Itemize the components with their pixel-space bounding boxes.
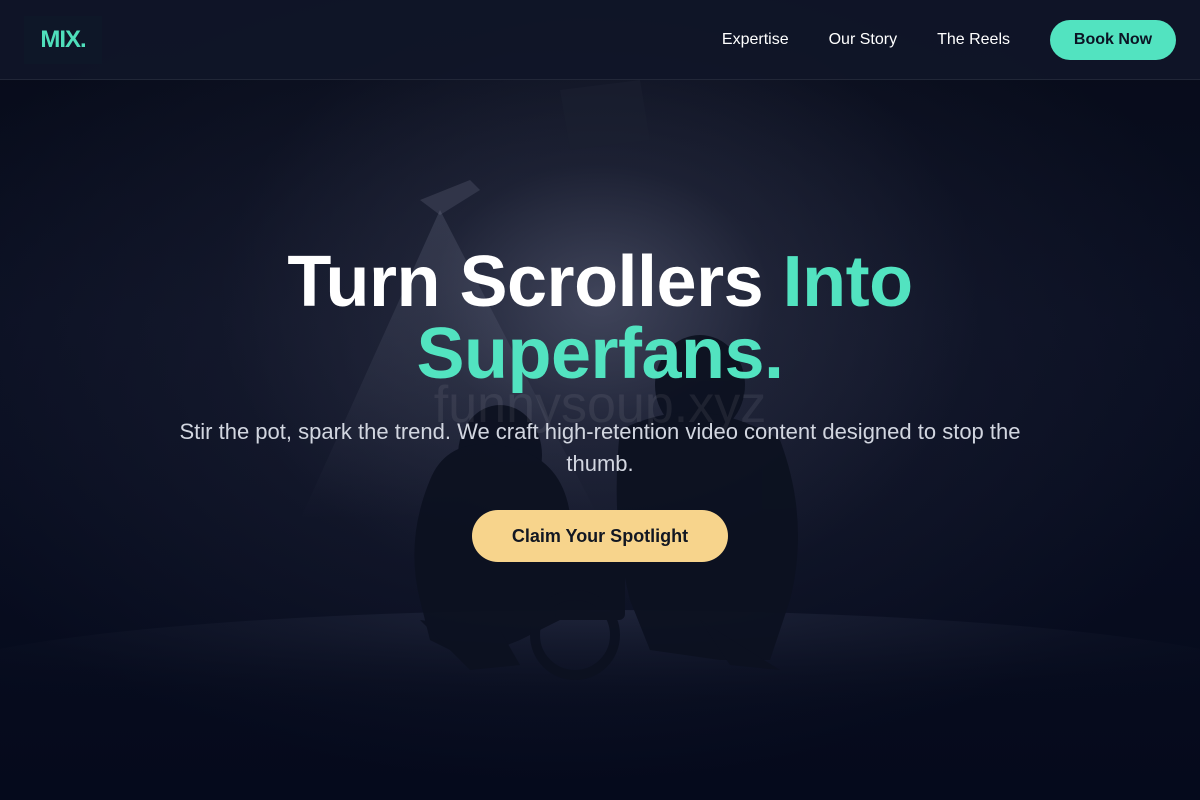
hero-subtitle: Stir the pot, spark the trend. We craft …	[179, 419, 1021, 476]
landing-page: MIX. Expertise Our Story The Reels Book …	[0, 0, 1200, 800]
claim-spotlight-button[interactable]: Claim Your Spotlight	[472, 510, 728, 562]
logo-text: MIX.	[40, 26, 86, 53]
nav-link-expertise[interactable]: Expertise	[722, 31, 789, 49]
book-now-button[interactable]: Book Now	[1050, 20, 1176, 60]
nav-links: Expertise Our Story The Reels Book Now	[722, 0, 1176, 80]
hero-section: funnysoup.xyz Turn Scrollers Into Superfa…	[0, 80, 1200, 800]
hero-headline: Turn Scrollers Into Superfans.	[100, 246, 1100, 390]
headline-part-1: Turn Scrollers	[287, 242, 783, 322]
headline-accent-line-2: Superfans.	[416, 314, 784, 394]
logo[interactable]: MIX.	[24, 16, 102, 64]
top-navbar: MIX. Expertise Our Story The Reels Book …	[0, 0, 1200, 80]
nav-link-the-reels[interactable]: The Reels	[937, 31, 1010, 49]
nav-link-our-story[interactable]: Our Story	[829, 31, 897, 49]
headline-accent-inline: Into	[782, 242, 913, 322]
